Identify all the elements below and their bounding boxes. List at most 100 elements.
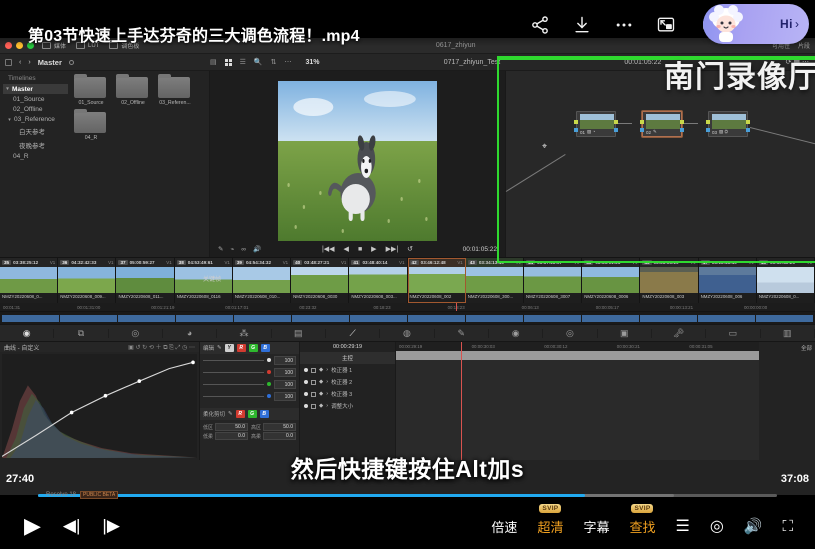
clip-thumbnail[interactable]: 3904:54:34:32V1NMZY20220608_010...	[233, 258, 291, 303]
folder-02-offline[interactable]: 02_Offline	[116, 77, 150, 106]
link-icon[interactable]: ◆	[319, 367, 323, 373]
lock-icon[interactable]	[311, 404, 316, 409]
detail-view-icon[interactable]: ☰	[240, 58, 246, 66]
bin-selector[interactable]: ‹ › Master	[0, 58, 210, 67]
tool-qualifier-icon[interactable]: ◍	[380, 329, 434, 338]
slider-handle[interactable]	[267, 382, 271, 386]
edit-slider-g[interactable]: 100	[200, 378, 299, 390]
quality-button[interactable]: SVIP 超清	[537, 517, 563, 536]
play-reverse-button[interactable]: ◀	[344, 245, 349, 253]
clip-thumbnail[interactable]: 3604:32:42:33V1NMZY20220608_009...	[58, 258, 116, 303]
go-end-button[interactable]: ▶▶|	[386, 245, 399, 253]
viewer-left-tools[interactable]: ✎ ⌁ ∞ 🔊	[218, 245, 308, 253]
annotate-icon[interactable]: ✎	[218, 245, 223, 253]
clip-thumbnail[interactable]: 4203:46:12:48V1NMZY20220608_002	[408, 258, 466, 303]
slider-handle[interactable]	[267, 394, 271, 398]
tool-color-wheels-icon[interactable]: ◎	[109, 329, 163, 338]
expand-icon[interactable]: ›	[326, 379, 328, 385]
ribbon-clip-block[interactable]	[350, 315, 407, 322]
field-value[interactable]: 50.0	[215, 423, 248, 431]
tool-blur-icon[interactable]: ▣	[598, 329, 652, 338]
pool-view-controls[interactable]: ▤ ☰ 🔍 ⇅ ⋯	[210, 58, 300, 66]
channel-b-button[interactable]: B	[261, 344, 270, 352]
curve-graph[interactable]	[2, 354, 197, 458]
more-icon[interactable]	[613, 14, 635, 36]
softclip-low-field[interactable]: 低区50.0	[203, 423, 248, 431]
clip-thumbnail[interactable]: 3503:38:25:12V1NMZY20220608_0...	[0, 258, 58, 303]
clip-thumbnail[interactable]: 4503:35:01:21V1NMZY20220608_0006	[582, 258, 640, 303]
value-field[interactable]: 100	[274, 356, 296, 365]
tree-item-04-r[interactable]: 04_R	[3, 151, 68, 161]
color-tools-strip[interactable]: ◉ ⧉ ◎ ◕ ⁂ ▤ ⟋ ◍ ✎ ◉ ◎ ▣ 🗝 ▭ ▥	[0, 324, 815, 342]
ribbon-clip-block[interactable]	[292, 315, 349, 322]
edit-slider-r[interactable]: 100	[200, 366, 299, 378]
pip-icon[interactable]	[655, 14, 677, 36]
player-right-controls[interactable]: 倍速 SVIP 超清 字幕 SVIP 查找 ☰ ◎ 🔊 ⛶	[491, 516, 815, 536]
tool-sizing-icon[interactable]: ▭	[706, 329, 760, 338]
tree-item-master[interactable]: ▾Master	[3, 84, 68, 94]
back-arrow-icon[interactable]: ‹	[19, 59, 21, 66]
tool-magic-mask-icon[interactable]: ◎	[543, 329, 597, 338]
node-output-port[interactable]	[614, 120, 618, 124]
node-output-port[interactable]	[746, 120, 750, 124]
prev-episode-button[interactable]: ◀|	[63, 516, 81, 536]
ribbon-clip-block[interactable]	[698, 315, 755, 322]
expand-icon[interactable]: ›	[326, 367, 328, 373]
lock-icon[interactable]	[311, 368, 316, 373]
viewer-transport-controls[interactable]: |◀◀ ◀ ■ ▶ ▶▶| ↺	[308, 245, 427, 253]
volume-button[interactable]: 🔊	[744, 517, 763, 535]
tool-primaries-icon[interactable]: ◕	[163, 329, 217, 338]
link-icon[interactable]: ◆	[319, 391, 323, 397]
tool-tracker-icon[interactable]: ◉	[489, 329, 543, 338]
clip-thumbnail-strip[interactable]: 3503:38:25:12V1NMZY20220608_0...3604:32:…	[0, 257, 815, 303]
node-key-output-port[interactable]	[614, 128, 618, 132]
next-episode-button[interactable]: |▶	[102, 516, 120, 536]
ribbon-clip-block[interactable]	[756, 315, 813, 322]
tree-item-03-reference[interactable]: ▾03_Reference	[3, 115, 68, 125]
keyframe-track-corrector-2[interactable]: ◆›校正器 2	[300, 376, 395, 388]
keyframe-track-sizing[interactable]: ◆›调整大小	[300, 400, 395, 412]
folder-01-source[interactable]: 01_Source	[74, 77, 108, 106]
playhead[interactable]	[456, 303, 457, 311]
node-key-input-port[interactable]	[706, 128, 710, 132]
ribbon-clip-block[interactable]	[118, 315, 175, 322]
node-input-port[interactable]	[706, 120, 710, 124]
ribbon-clip-block[interactable]	[408, 315, 465, 322]
slider-handle[interactable]	[267, 358, 271, 362]
media-pool-tree[interactable]: Timelines ▾Master 01_Source 02_Offline ▾…	[0, 71, 68, 257]
clip-thumbnail[interactable]: 4803:50:40:20V1NMZY20220608_0...	[757, 258, 815, 303]
expand-icon[interactable]: ›	[326, 403, 328, 409]
clip-thumbnail[interactable]: 4103:48:40:14V1NMZY20220608_003...	[349, 258, 407, 303]
keyframe-right-column[interactable]: 全部	[759, 342, 815, 460]
value-field[interactable]: 100	[274, 380, 296, 389]
soft-clip-fields[interactable]: 低区50.0 高区50.0 低柔0.0 高柔0.0	[200, 420, 299, 443]
viewer-extra-icons[interactable]: ⟳ ▦ ⋯	[786, 58, 809, 66]
keyframe-ruler[interactable]: 00:00:29:1900:00:30:0300:00:30:1200:00:3…	[396, 342, 759, 351]
node-input-port[interactable]	[640, 120, 644, 124]
tool-power-window-icon[interactable]: ✎	[435, 329, 489, 338]
bin-color-dot[interactable]	[69, 60, 74, 65]
tree-item-02-offline[interactable]: 02_Offline	[3, 104, 68, 114]
value-field[interactable]: 100	[274, 368, 296, 377]
clip-thumbnail[interactable]: 4003:48:27:21V1NMZY20220608_0030	[291, 258, 349, 303]
eyedropper-icon[interactable]: ✎	[217, 345, 222, 351]
fullscreen-button[interactable]: ⛶	[782, 518, 793, 535]
progress-bar-wrap[interactable]: 27:40 37:08	[0, 487, 815, 503]
play-button[interactable]: ▶	[24, 513, 41, 539]
ribbon-clip-block[interactable]	[466, 315, 523, 322]
node-output-port[interactable]	[680, 120, 684, 124]
list-view-icon[interactable]: ▤	[210, 58, 217, 66]
keyframe-track-list[interactable]: 00:00:29:19 主控 ◆›校正器 1 ◆›校正器 2 ◆›校正器 3 ◆…	[300, 342, 396, 460]
edit-slider-y[interactable]: 100	[200, 354, 299, 366]
ribbon-clip-block[interactable]	[60, 315, 117, 322]
node-key-output-port[interactable]	[746, 128, 750, 132]
node-02[interactable]: 02✎	[642, 111, 682, 137]
softclip-channel-g[interactable]: G	[248, 410, 257, 418]
more-options-icon[interactable]: ⋯	[285, 58, 292, 66]
keyframe-track-corrector-3[interactable]: ◆›校正器 3	[300, 388, 395, 400]
tool-key-icon[interactable]: 🗝	[652, 329, 706, 338]
close-window-button[interactable]	[5, 42, 12, 49]
media-pool-folder-grid[interactable]: 01_Source 02_Offline 03_Referen... 04_R	[68, 71, 209, 257]
viewer-clip-name[interactable]: 0717_zhiyun_Test	[444, 59, 500, 66]
play-forward-button[interactable]: ▶	[371, 245, 376, 253]
